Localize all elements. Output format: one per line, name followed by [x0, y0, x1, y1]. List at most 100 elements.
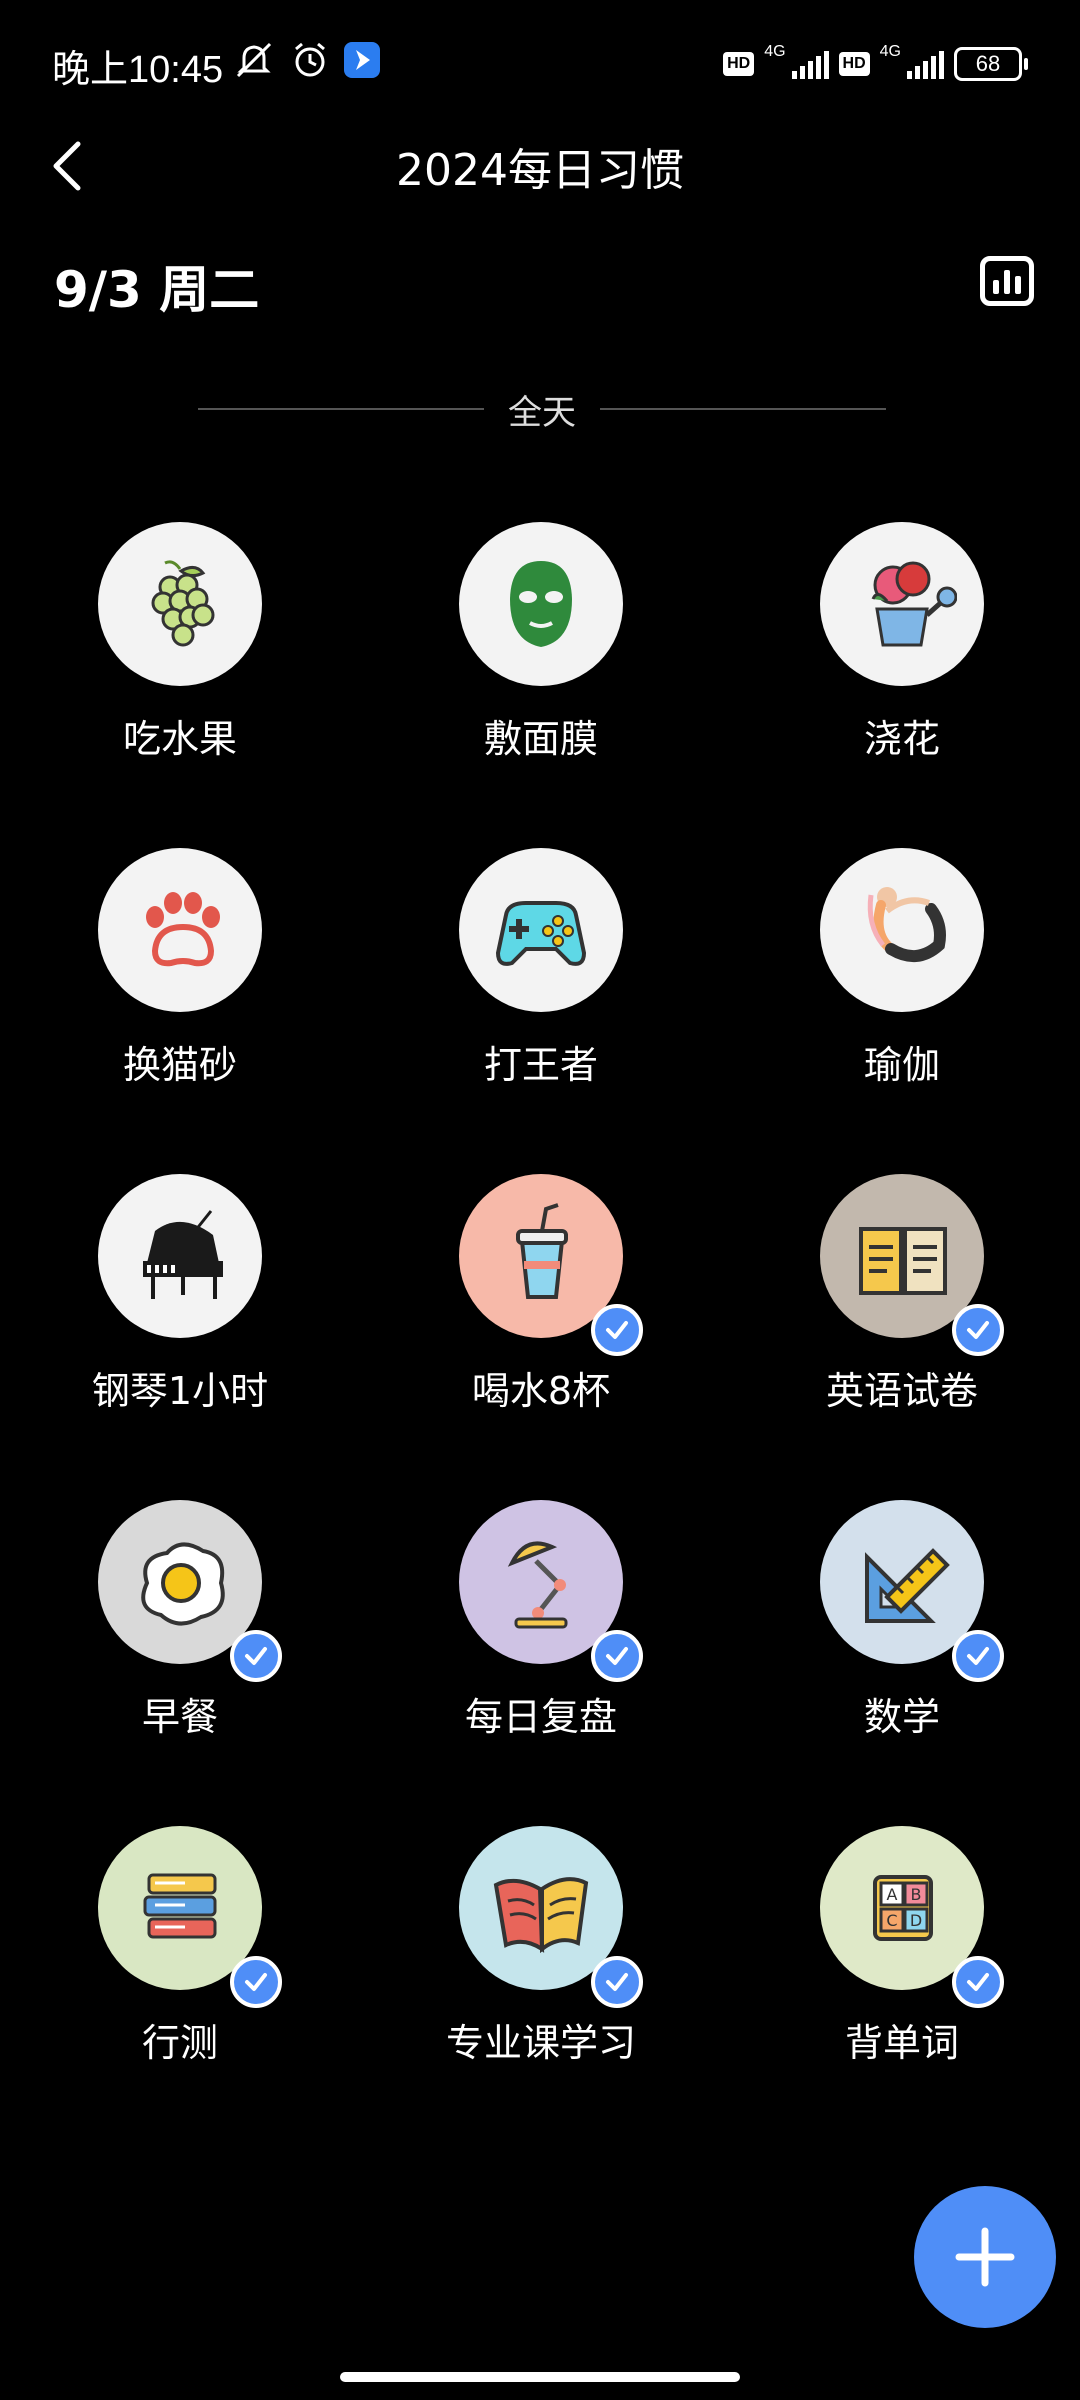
check-icon — [606, 1321, 628, 1339]
home-indicator[interactable] — [340, 2372, 740, 2382]
habit-item[interactable]: A B C D 背单词 — [752, 1826, 1052, 2067]
section-divider: 全天 — [198, 388, 886, 433]
habit-label: 喝水8杯 — [471, 1369, 611, 1413]
habit-icon-circle[interactable] — [459, 1174, 643, 1356]
completed-check-badge — [591, 1304, 643, 1356]
habit-label: 行测 — [141, 2021, 218, 2065]
habit-label: 换猫砂 — [122, 1043, 237, 1087]
habit-item[interactable]: 行测 — [30, 1826, 330, 2067]
yoga-pose-icon — [867, 887, 946, 962]
habit-icon-circle[interactable] — [98, 848, 262, 1012]
date-label[interactable]: 9/3 周二 — [54, 250, 259, 322]
book-stack-icon — [143, 1873, 217, 1939]
habit-item[interactable]: 吃水果 — [30, 522, 330, 763]
habit-label: 背单词 — [844, 2021, 959, 2065]
network-type: 4G — [764, 43, 786, 60]
habit-label: 每日复盘 — [464, 1695, 617, 1739]
habit-icon-circle[interactable] — [459, 1500, 643, 1682]
habit-label: 数学 — [863, 1695, 940, 1739]
status-time: 晚上10:45 — [52, 49, 224, 91]
status-left-icons — [232, 40, 380, 80]
page-title: 2024每日习惯 — [396, 145, 684, 196]
desk-lamp-icon — [507, 1541, 568, 1629]
add-habit-button[interactable] — [914, 2186, 1056, 2328]
battery-indicator: 68 — [954, 47, 1028, 81]
habit-label: 敷面膜 — [483, 717, 598, 761]
mute-icon — [236, 42, 272, 78]
reading-book-icon — [493, 1877, 589, 1954]
face-mask-icon — [510, 561, 572, 647]
habit-icon-circle[interactable]: ABCD — [820, 1826, 1004, 2008]
habit-icon-circle[interactable] — [820, 1174, 1004, 1356]
habit-item[interactable]: 打王者 — [391, 848, 691, 1089]
habit-item[interactable]: 瑜伽 — [752, 848, 1052, 1089]
completed-check-badge — [952, 1956, 1004, 2008]
habit-label: 瑜伽 — [863, 1043, 940, 1087]
app-notification-icon — [344, 42, 380, 78]
completed-check-badge — [591, 1956, 643, 2008]
signal-icon — [791, 49, 829, 79]
habit-item[interactable]: 换猫砂 — [30, 848, 330, 1089]
habit-label: 专业课学习 — [445, 2021, 636, 2065]
habit-item[interactable]: 浇花 — [752, 522, 1052, 763]
plus-icon — [955, 2227, 1015, 2287]
habit-item[interactable]: 喝水8杯 — [391, 1174, 691, 1415]
svg-text:C: C — [886, 1911, 897, 1930]
habit-icon-circle[interactable] — [98, 1174, 262, 1338]
drink-cup-icon — [516, 1203, 568, 1299]
habit-item[interactable]: 专业课学习 — [391, 1826, 691, 2067]
piano-icon — [143, 1210, 223, 1299]
check-icon — [606, 1647, 628, 1665]
habit-label: 打王者 — [483, 1043, 598, 1087]
statistics-button[interactable] — [980, 256, 1034, 306]
habit-icon-circle[interactable] — [820, 522, 984, 686]
habit-label: 浇花 — [863, 717, 940, 761]
check-icon — [245, 1647, 267, 1665]
habit-icon-circle[interactable] — [98, 1826, 282, 2008]
habit-icon-circle[interactable] — [459, 848, 623, 1012]
section-label: 全天 — [508, 392, 576, 433]
svg-text:D: D — [910, 1911, 922, 1930]
check-icon — [606, 1973, 628, 1991]
completed-check-badge — [230, 1956, 282, 2008]
habit-item[interactable]: 英语试卷 — [752, 1174, 1052, 1415]
completed-check-badge — [591, 1630, 643, 1682]
grapes-icon — [151, 560, 215, 647]
habit-label: 早餐 — [141, 1695, 218, 1739]
habit-item[interactable]: 敷面膜 — [391, 522, 691, 763]
habit-icon-circle[interactable] — [459, 522, 623, 686]
habit-item[interactable]: 每日复盘 — [391, 1500, 691, 1741]
habit-icon-circle[interactable] — [98, 522, 262, 686]
abc-blocks-icon: A BC D — [873, 1875, 933, 1941]
habit-item[interactable]: 早餐 — [30, 1500, 330, 1741]
habit-icon-circle[interactable] — [459, 1826, 643, 2008]
open-book-icon — [859, 1227, 947, 1295]
completed-check-badge — [952, 1630, 1004, 1682]
habit-label: 英语试卷 — [825, 1369, 978, 1413]
fried-egg-icon — [141, 1542, 225, 1626]
check-icon — [967, 1647, 989, 1665]
completed-check-badge — [952, 1304, 1004, 1356]
network-type-2: 4G — [879, 43, 901, 60]
hd-badge: HD — [723, 52, 755, 76]
svg-text:A: A — [887, 1885, 898, 1904]
divider-line-right — [600, 408, 886, 410]
habit-icon-circle[interactable] — [98, 1500, 282, 1682]
habit-icon-circle[interactable] — [820, 1500, 1004, 1682]
habit-item[interactable]: 钢琴1小时 — [30, 1174, 330, 1415]
habit-label: 钢琴1小时 — [91, 1369, 269, 1413]
gamepad-icon — [495, 901, 587, 966]
ruler-triangle-icon — [865, 1548, 950, 1623]
habit-label: 吃水果 — [122, 717, 237, 761]
signal-icon-2 — [907, 49, 944, 79]
divider-line-left — [198, 408, 484, 410]
check-icon — [245, 1973, 267, 1991]
check-icon — [967, 1321, 989, 1339]
alarm-icon — [295, 42, 325, 77]
paw-icon — [146, 892, 220, 967]
check-icon — [967, 1973, 989, 1991]
hd-badge-2: HD — [838, 52, 870, 76]
habit-icon-circle[interactable] — [820, 848, 984, 1012]
svg-text:B: B — [911, 1885, 922, 1904]
habit-item[interactable]: 数学 — [752, 1500, 1052, 1741]
